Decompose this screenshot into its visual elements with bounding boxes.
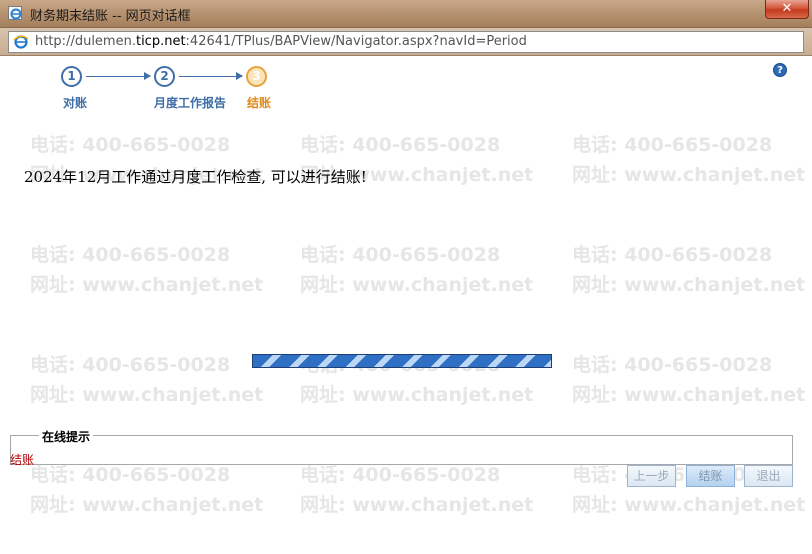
ie-page-icon — [13, 35, 29, 49]
step-3-circle: 3 — [246, 66, 267, 87]
watermark-phone: 电话: 400-665-0028 — [300, 244, 501, 266]
watermark-site: 网址: www.chanjet.net — [300, 274, 534, 296]
watermark-site: 网址: www.chanjet.net — [572, 384, 806, 406]
close-account-button[interactable]: 结账 — [686, 465, 735, 487]
watermark-phone: 电话: 400-665-0028 — [572, 134, 773, 156]
url-field[interactable]: http://dulemen.ticp.net:42641/TPlus/BAPV… — [8, 31, 804, 53]
watermark-phone: 电话: 400-665-0028 — [30, 244, 231, 266]
step-3-label: 结账 — [247, 96, 272, 110]
step-2-circle: 2 — [154, 66, 175, 87]
online-hint-legend: 在线提示 — [39, 428, 94, 445]
close-window-button[interactable]: ✕ — [765, 0, 809, 19]
title-bar: 财务期末结账 -- 网页对话框 ✕ — [0, 0, 812, 28]
step-1-label: 对账 — [63, 96, 88, 110]
watermark-phone: 电话: 400-665-0028 — [300, 134, 501, 156]
watermark-site: 网址: www.chanjet.net — [30, 494, 264, 516]
watermark-site: 网址: www.chanjet.net — [30, 274, 264, 296]
watermark-site: 网址: www.chanjet.net — [300, 384, 534, 406]
watermark-phone: 电话: 400-665-0028 — [572, 354, 773, 376]
watermark-site: 网址: www.chanjet.net — [300, 494, 534, 516]
watermark-site: 网址: www.chanjet.net — [30, 384, 264, 406]
check-result-message: 2024年12月工作通过月度工作检查, 可以进行结账! — [24, 168, 367, 186]
help-icon[interactable]: ? — [773, 63, 787, 77]
url-text: http://dulemen.ticp.net:42641/TPlus/BAPV… — [35, 34, 527, 49]
watermark-site: 网址: www.chanjet.net — [572, 164, 806, 186]
dialog-content: 电话: 400-665-0028 电话: 400-665-0028 电话: 40… — [0, 57, 812, 554]
prev-step-button[interactable]: 上一步 — [627, 465, 676, 487]
online-hint-box: 在线提示 — [10, 428, 793, 465]
watermark-site: 网址: www.chanjet.net — [572, 494, 806, 516]
watermark-phone: 电话: 400-665-0028 — [572, 244, 773, 266]
progress-bar — [252, 354, 552, 368]
address-bar: http://dulemen.ticp.net:42641/TPlus/BAPV… — [0, 28, 812, 56]
step-1-circle: 1 — [61, 66, 82, 87]
watermark-phone: 电话: 400-665-0028 — [30, 354, 231, 376]
watermark-phone: 电话: 400-665-0028 — [30, 134, 231, 156]
step-arrow-2 — [179, 72, 243, 80]
exit-button[interactable]: 退出 — [744, 465, 793, 487]
step-2-label: 月度工作报告 — [154, 96, 227, 110]
ie-app-icon — [8, 6, 22, 20]
watermark-site: 网址: www.chanjet.net — [572, 274, 806, 296]
online-hint-text: 结账 — [10, 453, 35, 467]
window-title: 财务期末结账 -- 网页对话框 — [30, 9, 191, 24]
step-arrow-1 — [86, 72, 151, 80]
